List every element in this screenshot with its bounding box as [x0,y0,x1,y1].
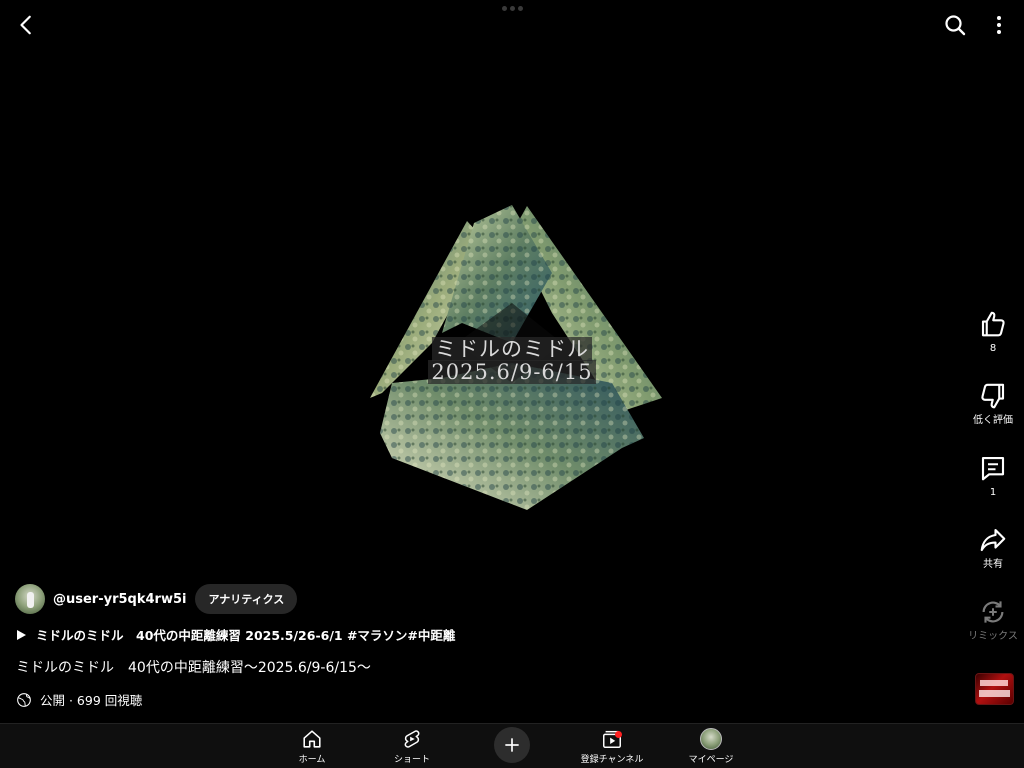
comments-button[interactable]: 1 [960,453,1024,500]
channel-avatar[interactable] [15,584,45,614]
remix-label: リミックス [968,631,1018,642]
shorts-icon [404,730,420,748]
search-icon [945,15,966,36]
nav-my-page[interactable]: マイページ [671,728,751,765]
related-video-link[interactable]: ミドルのミドル 40代の中距離練習 2025.5/26-6/1 #マラソン#中距… [17,625,455,644]
nav-subscriptions-label: 登録チャンネル [580,755,644,765]
nav-home-label: ホーム [298,755,326,765]
more-vert-icon [997,16,1001,34]
remix-icon [982,601,1004,623]
dislike-button[interactable]: 低く評価 [960,381,1024,428]
sound-thumbnail[interactable] [975,673,1014,705]
back-button[interactable] [12,10,42,40]
comment-icon [981,456,1005,481]
globe-icon [17,692,31,707]
search-button[interactable] [940,10,970,40]
share-icon [980,528,1006,552]
shorts-player-screen: ミドルのミドル 2025.6/9-6/15 8 低く評価 1 共有 リミックス … [0,0,1024,768]
create-button[interactable] [494,727,530,763]
comment-count: 1 [989,487,997,498]
notification-dot [615,731,622,738]
video-overlay-line1: ミドルのミドル [362,333,662,363]
nav-my-page-label: マイページ [688,755,734,765]
nav-shorts-label: ショート [393,755,430,765]
chevron-left-icon [20,15,31,35]
thumbs-up-icon [981,311,1005,337]
home-icon [303,730,321,748]
more-options-button[interactable] [984,10,1014,40]
nav-shorts[interactable]: ショート [372,728,452,765]
play-icon [17,629,26,640]
remix-button[interactable]: リミックス [960,597,1024,644]
video-overlay-line2: 2025.6/9-6/15 [362,360,662,384]
dislike-label: 低く評価 [973,415,1013,426]
video-cube-graphic: ミドルのミドル 2025.6/9-6/15 [362,203,662,513]
nav-subscriptions[interactable]: 登録チャンネル [572,728,652,765]
related-video-title: ミドルのミドル 40代の中距離練習 2025.5/26-6/1 #マラソン#中距… [36,628,456,643]
share-label: 共有 [983,559,1003,570]
window-grabber[interactable] [502,6,523,11]
nav-avatar [700,728,722,750]
privacy-views-text: 公開 · 699 回視聴 [40,693,143,708]
privacy-row: 公開 · 699 回視聴 [16,690,142,709]
plus-icon [505,738,519,752]
channel-row: @user-yr5qk4rw5i アナリティクス [15,583,298,615]
like-count: 8 [989,343,997,354]
analytics-button[interactable]: アナリティクス [195,584,298,614]
channel-handle[interactable]: @user-yr5qk4rw5i [53,592,186,607]
thumbs-down-icon [981,383,1005,409]
nav-home[interactable]: ホーム [272,728,352,765]
like-button[interactable]: 8 [960,309,1024,356]
share-button[interactable]: 共有 [960,525,1024,572]
video-title[interactable]: ミドルのミドル 40代の中距離練習〜2025.6/9-6/15〜 [16,657,371,677]
